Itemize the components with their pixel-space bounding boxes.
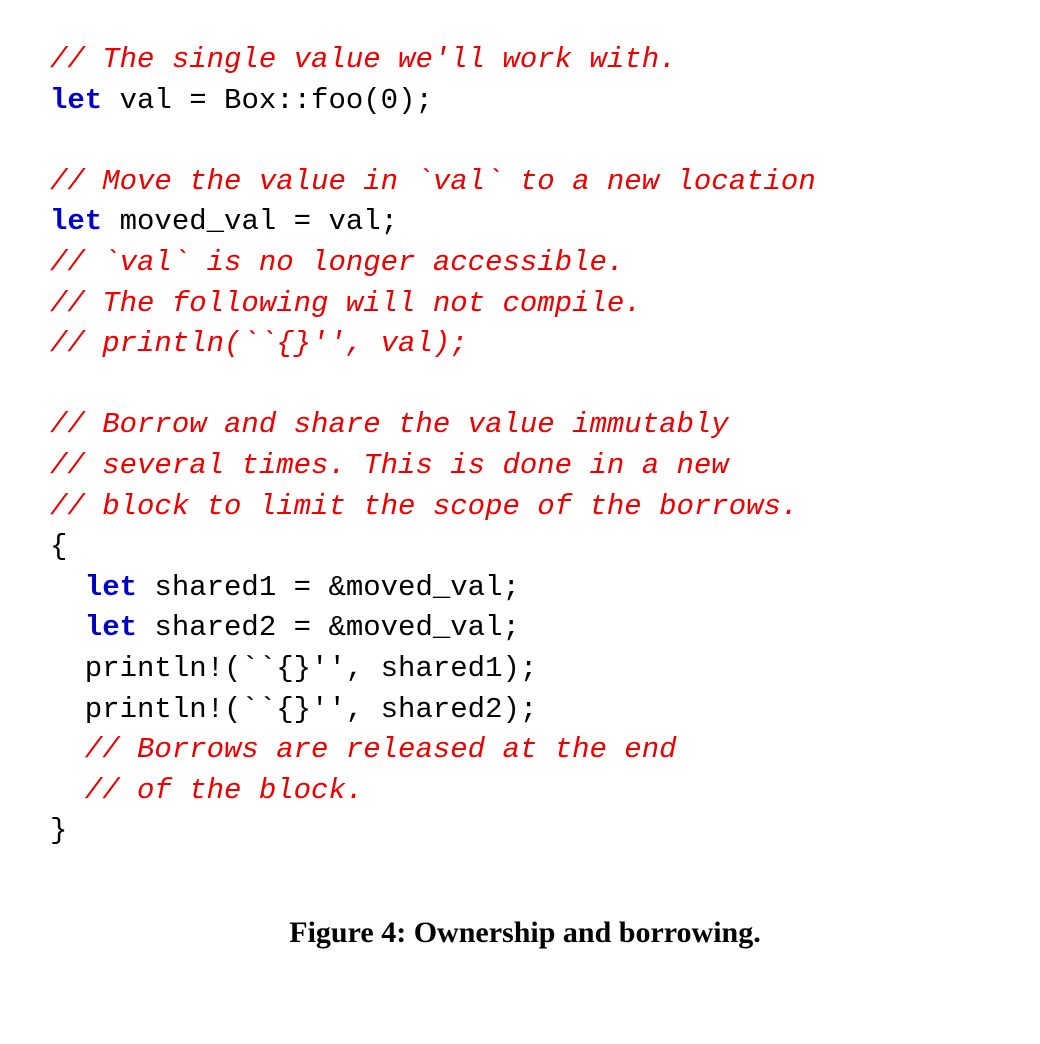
keyword-let: let — [50, 205, 102, 238]
code-text: val = Box::foo(0); — [102, 84, 433, 117]
brace-close: } — [50, 814, 67, 847]
comment-line: // Borrows are released at the end — [50, 733, 677, 766]
figure-label: Figure 4: — [289, 916, 413, 949]
code-listing: // The single value we'll work with. let… — [50, 40, 1000, 852]
comment-line: // The following will not compile. — [50, 287, 642, 320]
keyword-let: let — [50, 611, 137, 644]
keyword-let: let — [50, 571, 137, 604]
comment-line: // println(``{}'', val); — [50, 327, 468, 360]
code-text: moved_val = val; — [102, 205, 398, 238]
code-text: shared2 = &moved_val; — [137, 611, 520, 644]
code-text: shared1 = &moved_val; — [137, 571, 520, 604]
keyword-let: let — [50, 84, 102, 117]
figure-title: Ownership and borrowing. — [414, 916, 761, 949]
code-text: println!(``{}'', shared2); — [50, 693, 537, 726]
brace-open: { — [50, 530, 67, 563]
comment-line: // Borrow and share the value immutably — [50, 408, 729, 441]
comment-line: // Move the value in `val` to a new loca… — [50, 165, 816, 198]
comment-line: // several times. This is done in a new — [50, 449, 729, 482]
comment-line: // `val` is no longer accessible. — [50, 246, 624, 279]
comment-line: // block to limit the scope of the borro… — [50, 490, 798, 523]
figure-caption: Figure 4: Ownership and borrowing. — [50, 912, 1000, 954]
comment-line: // of the block. — [50, 774, 363, 807]
comment-line: // The single value we'll work with. — [50, 43, 677, 76]
code-text: println!(``{}'', shared1); — [50, 652, 537, 685]
